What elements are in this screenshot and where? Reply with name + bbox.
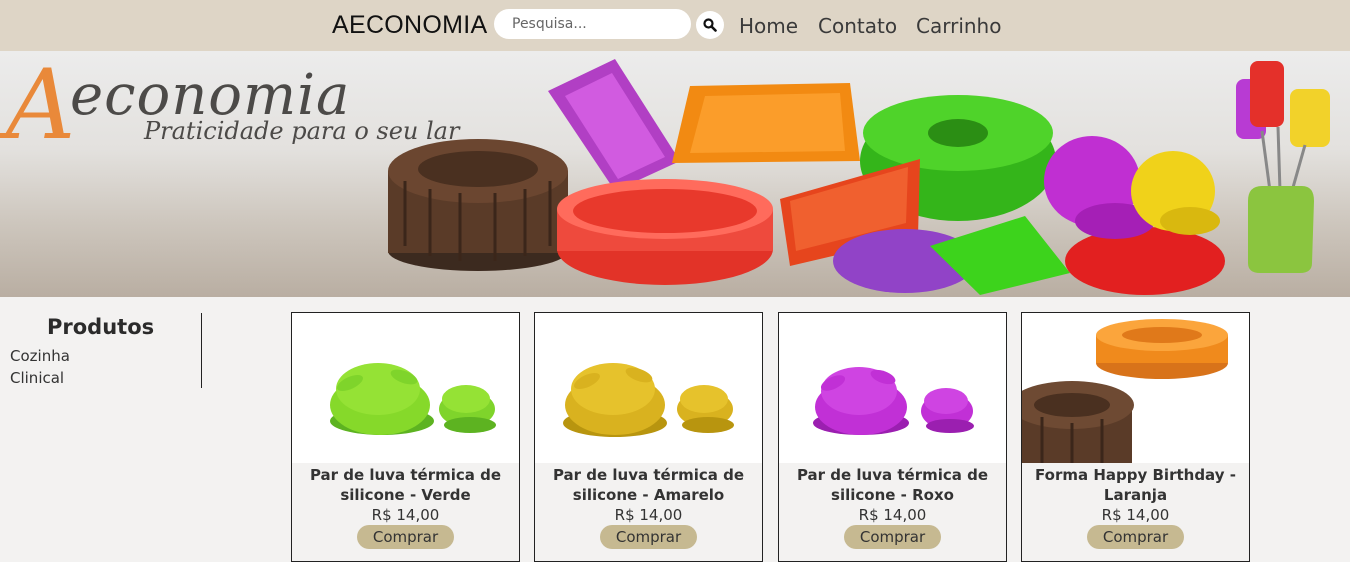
product-image[interactable] <box>1022 313 1249 463</box>
product-name[interactable]: Par de luva térmica de silicone - Roxo <box>779 465 1006 505</box>
logo-initial: A <box>6 51 76 161</box>
search-button[interactable] <box>696 11 724 39</box>
glove-image <box>330 363 496 435</box>
product-name[interactable]: Forma Happy Birthday - Laranja <box>1022 465 1249 505</box>
nav-carrinho-link[interactable]: Carrinho <box>916 14 1001 38</box>
category-sidebar: Produtos Cozinha Clinical <box>0 313 202 388</box>
buy-button[interactable]: Comprar <box>844 525 941 549</box>
hero-banner: A economia Praticidade para o seu lar <box>0 51 1350 297</box>
glove-image <box>813 367 974 435</box>
buy-button[interactable]: Comprar <box>357 525 454 549</box>
product-card: Par de luva térmica de silicone - Roxo R… <box>778 312 1007 562</box>
cake-mold-image <box>1022 319 1228 463</box>
product-name[interactable]: Par de luva térmica de silicone - Verde <box>292 465 519 505</box>
sidebar-title: Produtos <box>47 315 155 339</box>
category-link-clinical[interactable]: Clinical <box>10 369 64 387</box>
product-price: R$ 14,00 <box>614 506 683 524</box>
nav-contato-link[interactable]: Contato <box>818 14 897 38</box>
logo-tagline: Praticidade para o seu lar <box>144 117 460 145</box>
category-link-cozinha[interactable]: Cozinha <box>10 347 70 365</box>
product-image[interactable] <box>779 313 1006 463</box>
product-price: R$ 14,00 <box>1101 506 1170 524</box>
product-image[interactable] <box>535 313 762 463</box>
brand-name[interactable]: AECONOMIA <box>332 11 488 40</box>
product-price: R$ 14,00 <box>858 506 927 524</box>
product-price: R$ 14,00 <box>371 506 440 524</box>
glove-image <box>563 363 734 437</box>
search-icon <box>703 18 717 32</box>
product-card: Par de luva térmica de silicone - Verde … <box>291 312 520 562</box>
top-navbar: AECONOMIA Home Contato Carrinho <box>0 0 1350 51</box>
product-card: Forma Happy Birthday - Laranja R$ 14,00 … <box>1021 312 1250 562</box>
nav-home-link[interactable]: Home <box>739 14 798 38</box>
buy-button[interactable]: Comprar <box>600 525 697 549</box>
product-name[interactable]: Par de luva térmica de silicone - Amarel… <box>535 465 762 505</box>
search-input[interactable] <box>494 9 691 39</box>
product-card: Par de luva térmica de silicone - Amarel… <box>534 312 763 562</box>
product-image[interactable] <box>292 313 519 463</box>
buy-button[interactable]: Comprar <box>1087 525 1184 549</box>
